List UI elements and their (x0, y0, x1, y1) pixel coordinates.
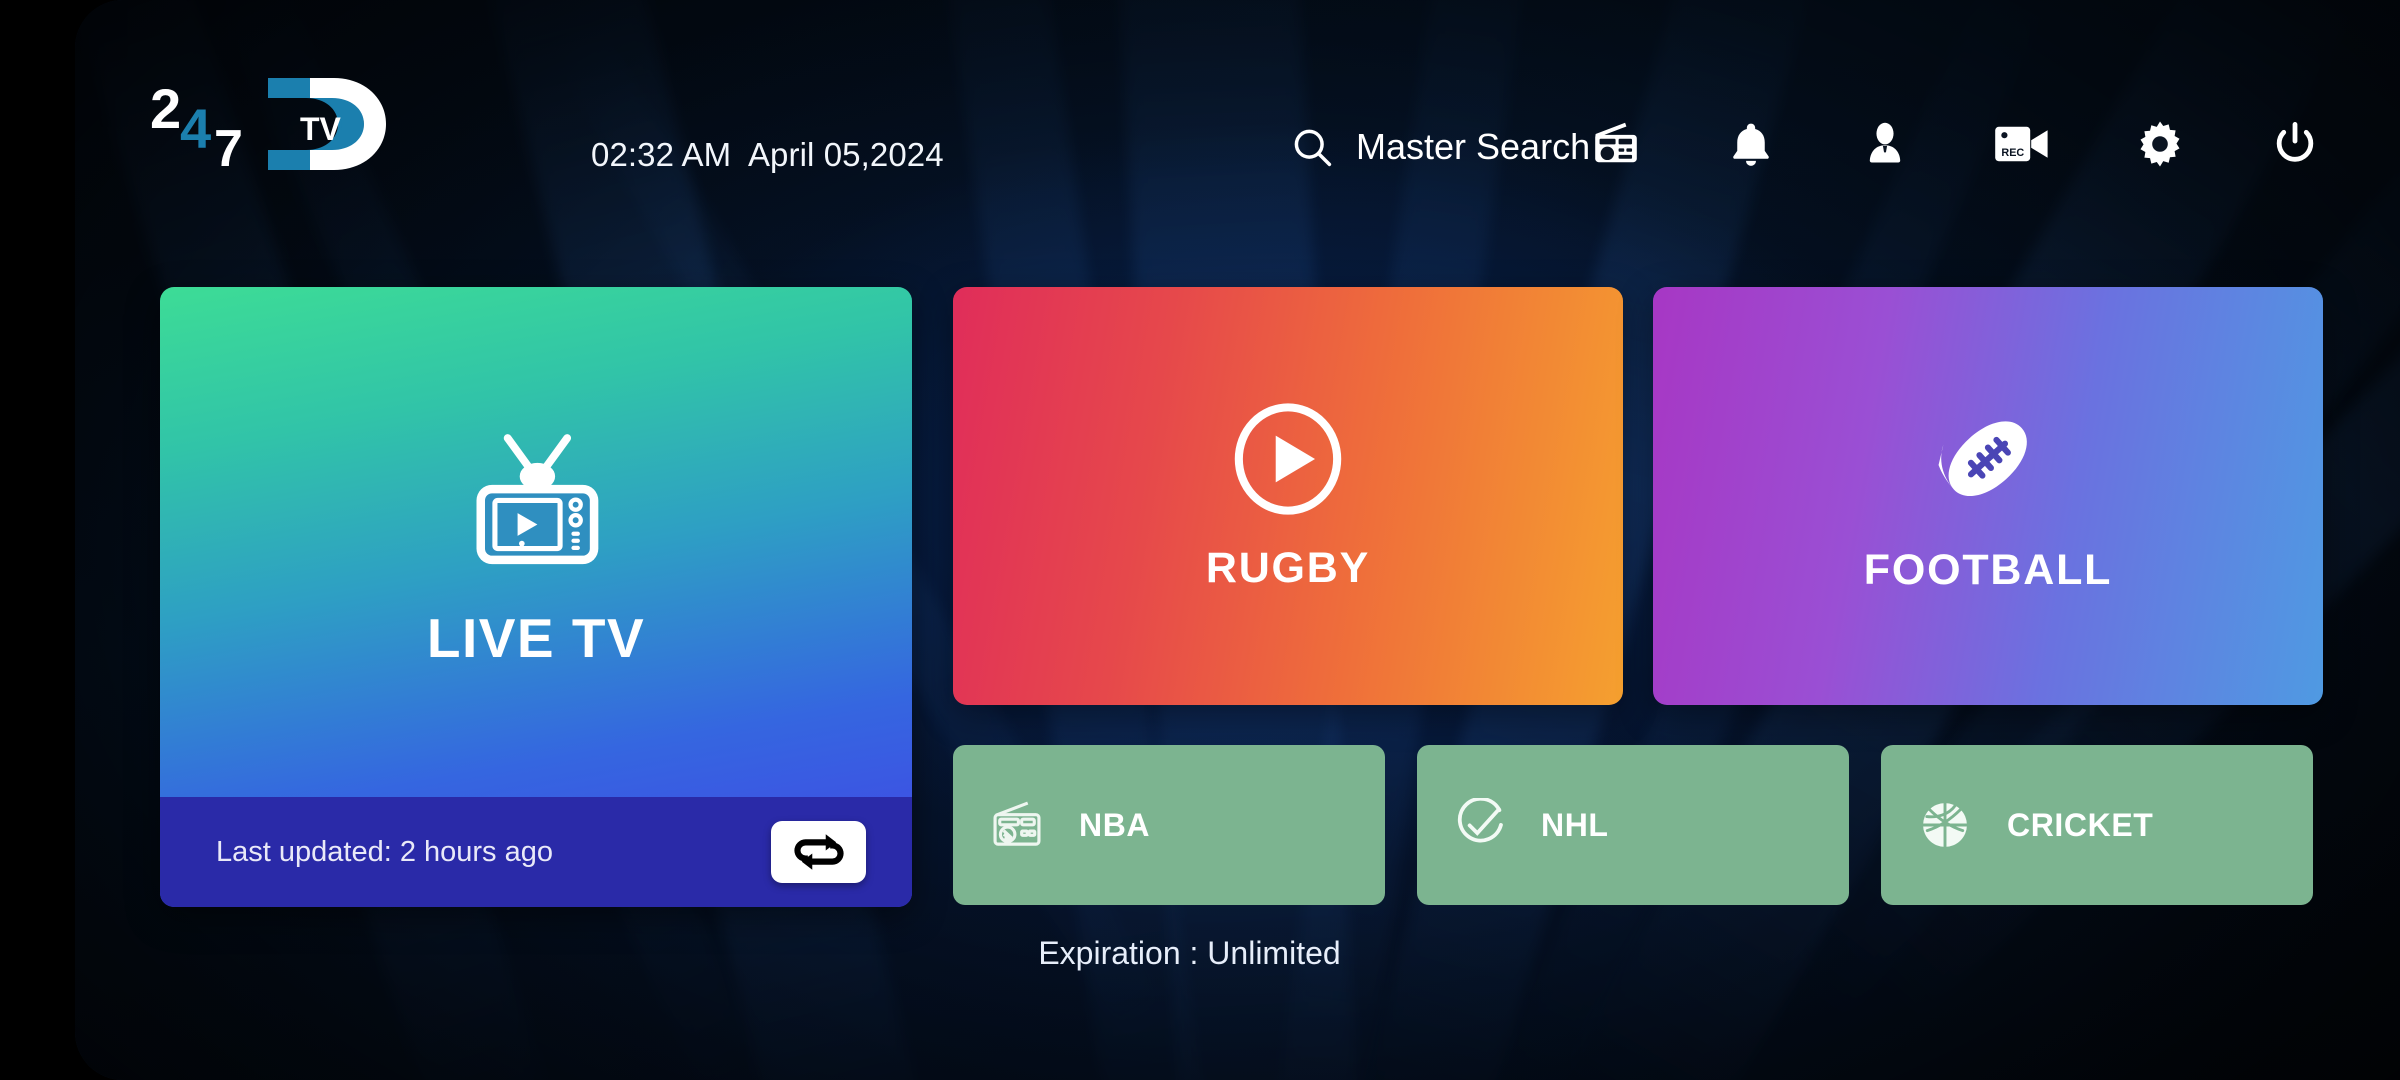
rugby-card-title: RUGBY (1205, 543, 1371, 592)
nba-card-title: NBA (1079, 806, 1151, 843)
nhl-card[interactable]: NHL (1417, 745, 1849, 905)
retro-tv-play-icon (451, 414, 621, 584)
header-icon-bar: REC (1590, 118, 2320, 170)
rec-camera-icon[interactable]: REC (1994, 119, 2050, 169)
live-tv-body: LIVE TV (160, 287, 912, 797)
live-tv-updated-label: Last updated: 2 hours ago (216, 835, 553, 868)
brand-num-2: 2 (150, 77, 181, 140)
brand-num-7: 7 (214, 120, 243, 175)
master-search-label: Master Search (1356, 126, 1591, 167)
radio-icon[interactable] (1590, 118, 1642, 170)
brand-logo[interactable]: 2 4 7 TV (150, 70, 470, 175)
brand-tv-label: TV (300, 111, 342, 147)
nhl-card-title: NHL (1541, 806, 1609, 843)
refresh-button[interactable] (771, 821, 866, 883)
live-tv-card[interactable]: LIVE TV Last updated: 2 hours ago (160, 287, 912, 907)
bell-icon[interactable] (1726, 119, 1776, 169)
live-tv-footer: Last updated: 2 hours ago (160, 797, 912, 907)
check-circle-icon (1453, 798, 1507, 852)
american-football-icon (1927, 398, 2049, 520)
datetime-label: 02:32 AM April 05,2024 (591, 136, 944, 173)
basketball-icon (1917, 797, 1973, 853)
live-tv-title: LIVE TV (426, 607, 646, 669)
cricket-card-title: CRICKET (2007, 806, 2154, 843)
repeat-arrows-icon (793, 832, 844, 872)
expiration-row: Expiration : Unlimited (75, 935, 2400, 972)
app-header: 2 4 7 TV 02:32 AM April 05,2024 Master S… (75, 0, 2400, 215)
app-panel: 2 4 7 TV 02:32 AM April 05,2024 Master S… (75, 0, 2400, 1080)
brand-logo-svg: 2 4 7 TV (150, 77, 386, 175)
gear-icon[interactable] (2134, 118, 2186, 170)
football-card[interactable]: FOOTBALL (1653, 287, 2323, 705)
user-icon[interactable] (1860, 119, 1910, 169)
search-icon (1290, 125, 1334, 169)
football-card-title: FOOTBALL (1863, 545, 2113, 594)
rec-badge-label: REC (2001, 147, 2024, 159)
radio-outline-icon (989, 797, 1045, 853)
play-circle-icon (1229, 400, 1347, 518)
rugby-card[interactable]: RUGBY (953, 287, 1623, 705)
power-icon[interactable] (2270, 119, 2320, 169)
brand-num-4: 4 (180, 97, 211, 160)
cricket-card[interactable]: CRICKET (1881, 745, 2313, 905)
nba-card[interactable]: NBA (953, 745, 1385, 905)
master-search-button[interactable]: Master Search (1290, 125, 1590, 169)
expiration-label: Expiration : Unlimited (1038, 935, 1341, 971)
